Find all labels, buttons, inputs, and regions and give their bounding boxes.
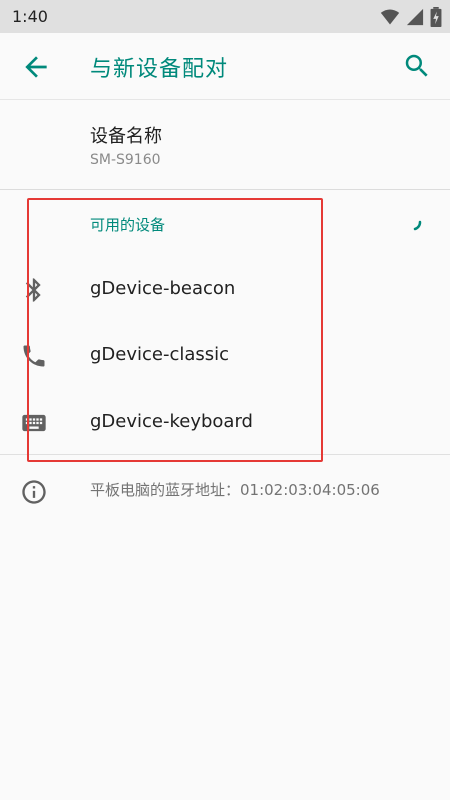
battery-icon	[430, 7, 442, 27]
status-bar: 1:40	[0, 0, 450, 33]
search-icon	[405, 54, 428, 77]
page-title: 与新设备配对	[90, 57, 229, 82]
device-name-value: SM-S9160	[90, 152, 161, 168]
status-time: 1:40	[12, 7, 48, 26]
arrow-back-icon	[25, 56, 47, 78]
keyboard-icon	[22, 414, 46, 432]
section-divider	[0, 454, 450, 455]
device-label: gDevice-keyboard	[90, 411, 253, 432]
back-button[interactable]	[20, 51, 52, 83]
bluetooth-icon	[25, 278, 41, 302]
device-name-row[interactable]: 设备名称 SM-S9160	[0, 100, 450, 190]
device-item-beacon[interactable]: gDevice-beacon	[0, 256, 450, 322]
available-devices-header: 可用的设备	[90, 216, 166, 234]
search-button[interactable]	[402, 51, 434, 83]
device-item-classic[interactable]: gDevice-classic	[0, 322, 450, 388]
progress-spinner-icon	[413, 220, 422, 231]
signal-icon	[406, 8, 424, 26]
device-item-keyboard[interactable]: gDevice-keyboard	[0, 389, 450, 455]
status-icons	[380, 7, 442, 27]
wifi-icon	[380, 9, 400, 25]
device-label: gDevice-beacon	[90, 278, 236, 299]
device-label: gDevice-classic	[90, 344, 230, 365]
device-name-title: 设备名称	[90, 126, 162, 147]
phone-icon	[23, 345, 45, 367]
app-bar: 与新设备配对	[0, 33, 450, 100]
info-icon	[22, 480, 46, 504]
bluetooth-address-text: 平板电脑的蓝牙地址：01:02:03:04:05:06	[90, 481, 380, 499]
bluetooth-address-info: 平板电脑的蓝牙地址：01:02:03:04:05:06	[0, 466, 450, 516]
